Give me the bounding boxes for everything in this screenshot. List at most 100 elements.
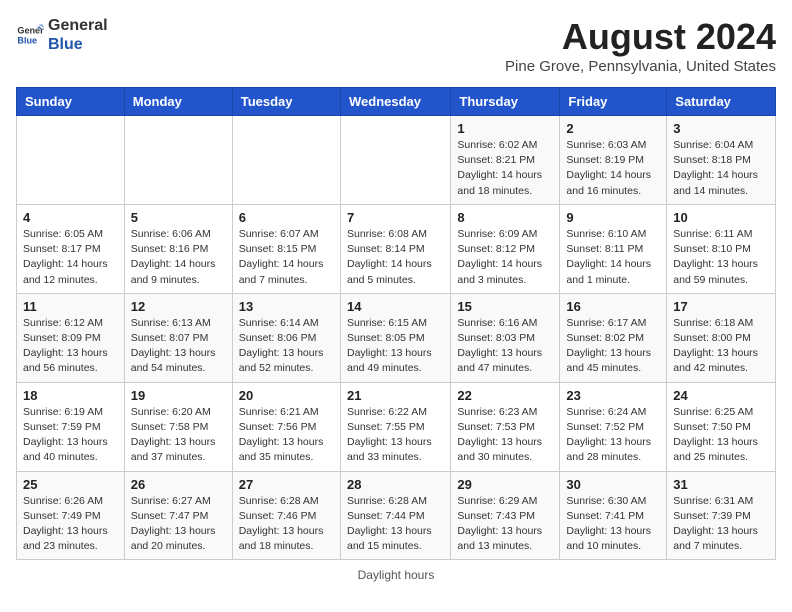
day-info: Sunrise: 6:05 AM Sunset: 8:17 PM Dayligh… [23, 227, 118, 288]
calendar-cell: 30 Sunrise: 6:30 AM Sunset: 7:41 PM Dayli… [560, 471, 667, 560]
day-info: Sunrise: 6:13 AM Sunset: 8:07 PM Dayligh… [131, 316, 226, 377]
day-info: Sunrise: 6:07 AM Sunset: 8:15 PM Dayligh… [239, 227, 334, 288]
day-info: Sunrise: 6:23 AM Sunset: 7:53 PM Dayligh… [457, 405, 553, 466]
day-info: Sunrise: 6:26 AM Sunset: 7:49 PM Dayligh… [23, 494, 118, 555]
day-info: Sunrise: 6:17 AM Sunset: 8:02 PM Dayligh… [566, 316, 660, 377]
day-number: 29 [457, 477, 553, 492]
title-block: August 2024 Pine Grove, Pennsylvania, Un… [505, 16, 776, 75]
day-info: Sunrise: 6:30 AM Sunset: 7:41 PM Dayligh… [566, 494, 660, 555]
calendar-cell: 7 Sunrise: 6:08 AM Sunset: 8:14 PM Daylig… [340, 204, 450, 293]
day-number: 5 [131, 210, 226, 225]
day-header-friday: Friday [560, 88, 667, 116]
day-info: Sunrise: 6:09 AM Sunset: 8:12 PM Dayligh… [457, 227, 553, 288]
day-info: Sunrise: 6:06 AM Sunset: 8:16 PM Dayligh… [131, 227, 226, 288]
day-header-tuesday: Tuesday [232, 88, 340, 116]
day-number: 26 [131, 477, 226, 492]
day-info: Sunrise: 6:25 AM Sunset: 7:50 PM Dayligh… [673, 405, 769, 466]
calendar-cell: 15 Sunrise: 6:16 AM Sunset: 8:03 PM Dayli… [451, 293, 560, 382]
calendar-cell: 5 Sunrise: 6:06 AM Sunset: 8:16 PM Daylig… [124, 204, 232, 293]
week-row-1: 1 Sunrise: 6:02 AM Sunset: 8:21 PM Daylig… [17, 116, 776, 205]
calendar-cell [124, 116, 232, 205]
day-number: 12 [131, 299, 226, 314]
calendar-cell: 25 Sunrise: 6:26 AM Sunset: 7:49 PM Dayli… [17, 471, 125, 560]
calendar-cell [17, 116, 125, 205]
day-number: 7 [347, 210, 444, 225]
day-info: Sunrise: 6:24 AM Sunset: 7:52 PM Dayligh… [566, 405, 660, 466]
day-number: 11 [23, 299, 118, 314]
calendar-cell: 21Sunrise: 6:22 AM Sunset: 7:55 PM Dayli… [340, 382, 450, 471]
calendar-table: SundayMondayTuesdayWednesdayThursdayFrid… [16, 87, 776, 560]
calendar-cell: 8Sunrise: 6:09 AM Sunset: 8:12 PM Daylig… [451, 204, 560, 293]
day-number: 9 [566, 210, 660, 225]
day-header-saturday: Saturday [667, 88, 776, 116]
calendar-cell: 22 Sunrise: 6:23 AM Sunset: 7:53 PM Dayli… [451, 382, 560, 471]
day-info: Sunrise: 6:02 AM Sunset: 8:21 PM Dayligh… [457, 138, 553, 199]
calendar-cell: 12 Sunrise: 6:13 AM Sunset: 8:07 PM Dayli… [124, 293, 232, 382]
day-header-thursday: Thursday [451, 88, 560, 116]
day-info: Sunrise: 6:14 AM Sunset: 8:06 PM Dayligh… [239, 316, 334, 377]
calendar-cell: 4 Sunrise: 6:05 AM Sunset: 8:17 PM Daylig… [17, 204, 125, 293]
day-info: Sunrise: 6:10 AM Sunset: 8:11 PM Dayligh… [566, 227, 660, 288]
day-info: Sunrise: 6:15 AM Sunset: 8:05 PM Dayligh… [347, 316, 444, 377]
calendar-cell: 14 Sunrise: 6:15 AM Sunset: 8:05 PM Dayli… [340, 293, 450, 382]
day-info: Sunrise: 6:29 AM Sunset: 7:43 PM Dayligh… [457, 494, 553, 555]
day-info: Sunrise: 6:19 AM Sunset: 7:59 PM Dayligh… [23, 405, 118, 466]
day-number: 18 [23, 388, 118, 403]
day-info: Sunrise: 6:11 AM Sunset: 8:10 PM Dayligh… [673, 227, 769, 288]
week-row-5: 25 Sunrise: 6:26 AM Sunset: 7:49 PM Dayli… [17, 471, 776, 560]
day-number: 10 [673, 210, 769, 225]
day-info: Sunrise: 6:16 AM Sunset: 8:03 PM Dayligh… [457, 316, 553, 377]
day-number: 3 [673, 121, 769, 136]
day-header-monday: Monday [124, 88, 232, 116]
calendar-cell: 17 Sunrise: 6:18 AM Sunset: 8:00 PM Dayli… [667, 293, 776, 382]
day-number: 22 [457, 388, 553, 403]
day-number: 28 [347, 477, 444, 492]
calendar-cell: 29 Sunrise: 6:29 AM Sunset: 7:43 PM Dayli… [451, 471, 560, 560]
day-info: Sunrise: 6:03 AM Sunset: 8:19 PM Dayligh… [566, 138, 660, 199]
logo-icon: General Blue [16, 21, 44, 49]
day-number: 4 [23, 210, 118, 225]
month-title: August 2024 [505, 16, 776, 58]
calendar-cell: 23 Sunrise: 6:24 AM Sunset: 7:52 PM Dayli… [560, 382, 667, 471]
calendar-cell: 11 Sunrise: 6:12 AM Sunset: 8:09 PM Dayli… [17, 293, 125, 382]
day-info: Sunrise: 6:28 AM Sunset: 7:46 PM Dayligh… [239, 494, 334, 555]
day-info: Sunrise: 6:28 AM Sunset: 7:44 PM Dayligh… [347, 494, 444, 555]
calendar-cell: 9 Sunrise: 6:10 AM Sunset: 8:11 PM Daylig… [560, 204, 667, 293]
logo: General Blue General Blue [16, 16, 108, 54]
day-number: 14 [347, 299, 444, 314]
day-number: 6 [239, 210, 334, 225]
week-row-2: 4 Sunrise: 6:05 AM Sunset: 8:17 PM Daylig… [17, 204, 776, 293]
logo-general: General [48, 16, 108, 35]
day-info: Sunrise: 6:18 AM Sunset: 8:00 PM Dayligh… [673, 316, 769, 377]
logo-blue: Blue [48, 35, 108, 54]
location-subtitle: Pine Grove, Pennsylvania, United States [505, 58, 776, 75]
calendar-cell: 10 Sunrise: 6:11 AM Sunset: 8:10 PM Dayli… [667, 204, 776, 293]
calendar-cell: 2 Sunrise: 6:03 AM Sunset: 8:19 PM Daylig… [560, 116, 667, 205]
day-info: Sunrise: 6:12 AM Sunset: 8:09 PM Dayligh… [23, 316, 118, 377]
calendar-cell: 28 Sunrise: 6:28 AM Sunset: 7:44 PM Dayli… [340, 471, 450, 560]
day-number: 25 [23, 477, 118, 492]
week-row-3: 11 Sunrise: 6:12 AM Sunset: 8:09 PM Dayli… [17, 293, 776, 382]
page-header: General Blue General Blue August 2024 Pi… [16, 16, 776, 75]
calendar-cell: 20Sunrise: 6:21 AM Sunset: 7:56 PM Dayli… [232, 382, 340, 471]
day-number: 2 [566, 121, 660, 136]
day-number: 24 [673, 388, 769, 403]
calendar-cell [232, 116, 340, 205]
day-number: 19 [131, 388, 226, 403]
calendar-cell: 27Sunrise: 6:28 AM Sunset: 7:46 PM Dayli… [232, 471, 340, 560]
day-number: 17 [673, 299, 769, 314]
day-number: 1 [457, 121, 553, 136]
calendar-cell [340, 116, 450, 205]
day-info: Sunrise: 6:08 AM Sunset: 8:14 PM Dayligh… [347, 227, 444, 288]
calendar-cell: 13Sunrise: 6:14 AM Sunset: 8:06 PM Dayli… [232, 293, 340, 382]
day-number: 15 [457, 299, 553, 314]
calendar-cell: 16Sunrise: 6:17 AM Sunset: 8:02 PM Dayli… [560, 293, 667, 382]
day-info: Sunrise: 6:20 AM Sunset: 7:58 PM Dayligh… [131, 405, 226, 466]
week-row-4: 18 Sunrise: 6:19 AM Sunset: 7:59 PM Dayli… [17, 382, 776, 471]
calendar-cell: 24 Sunrise: 6:25 AM Sunset: 7:50 PM Dayli… [667, 382, 776, 471]
day-number: 20 [239, 388, 334, 403]
day-number: 30 [566, 477, 660, 492]
svg-text:Blue: Blue [17, 36, 37, 46]
day-number: 23 [566, 388, 660, 403]
calendar-cell: 1 Sunrise: 6:02 AM Sunset: 8:21 PM Daylig… [451, 116, 560, 205]
